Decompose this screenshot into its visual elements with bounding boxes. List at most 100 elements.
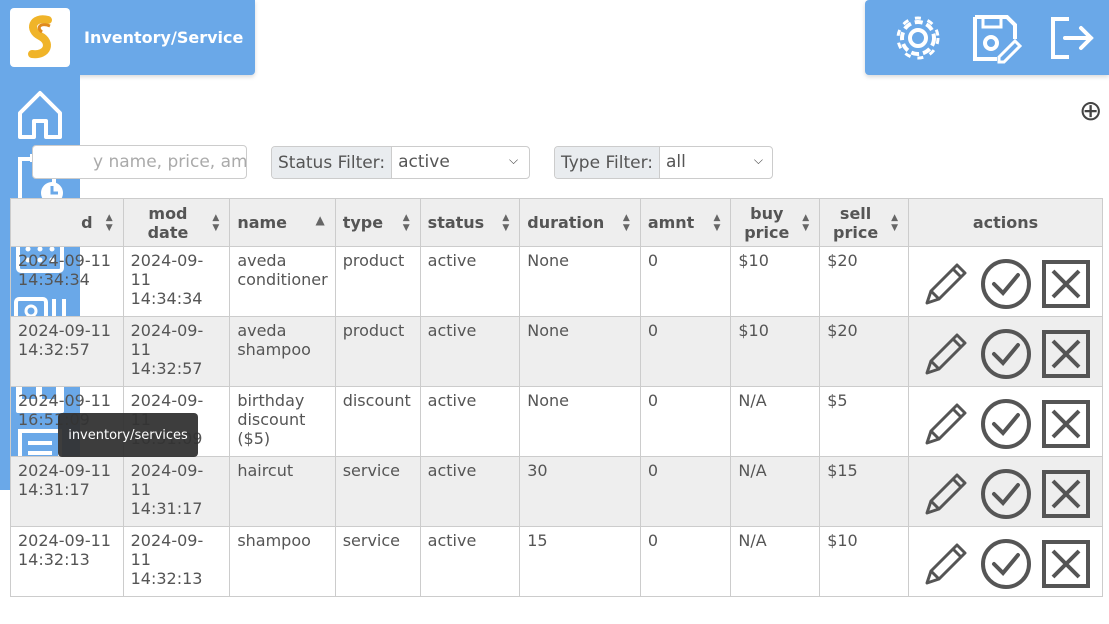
save-edit-icon[interactable]: [969, 11, 1023, 65]
col-header-type[interactable]: type ▲ ▼: [334, 198, 421, 247]
cell-actions: [908, 456, 1103, 527]
logout-icon[interactable]: [1045, 11, 1099, 65]
col-header-amnt[interactable]: amnt ▲ ▼: [639, 198, 732, 247]
col-header-name[interactable]: name ▲: [229, 198, 336, 247]
edit-icon[interactable]: [919, 327, 973, 381]
cell-actions: [908, 246, 1103, 317]
col-header-actions: actions: [908, 198, 1103, 247]
cell-status: active: [419, 456, 521, 527]
sort-icon: ▲ ▼: [713, 213, 721, 233]
cell-name: birthday discount ($5): [229, 386, 336, 457]
add-icon[interactable]: ⊕: [1079, 96, 1102, 126]
table-row: 2024-09-11 14:31:17 2024-09-11 14:31:17 ha…: [10, 456, 1103, 527]
check-icon[interactable]: [979, 537, 1033, 591]
gear-icon[interactable]: [891, 11, 945, 65]
inventory-table: d ▲ ▼ mod date ▲ ▼ name ▲ type ▲ ▼ status ▲ ▼ dur…: [10, 198, 1103, 597]
cell-duration: 15: [519, 526, 641, 597]
table-row: 2024-09-11 14:32:13 2024-09-11 14:32:13 sh…: [10, 526, 1103, 597]
delete-icon[interactable]: [1039, 397, 1093, 451]
sort-icon: ▲ ▼: [802, 213, 810, 233]
top-toolbar: [865, 0, 1109, 75]
col-header-sell-price[interactable]: sell price ▲ ▼: [819, 198, 909, 247]
cell-created-date: 2024-09-11 14:34:34: [10, 246, 124, 317]
cell-duration: None: [519, 246, 641, 317]
cell-actions: [908, 526, 1103, 597]
status-filter-select[interactable]: active ⌵: [392, 147, 525, 178]
col-header-status[interactable]: status ▲ ▼: [419, 198, 521, 247]
col-header-duration[interactable]: duration ▲ ▼: [519, 198, 641, 247]
delete-icon[interactable]: [1039, 257, 1093, 311]
cell-sell-price: $20: [819, 316, 909, 387]
check-icon[interactable]: [979, 397, 1033, 451]
table-row: 2024-09-11 14:32:57 2024-09-11 14:32:57 av…: [10, 316, 1103, 387]
chevron-down-icon: ⌵: [753, 153, 763, 167]
type-filter: Type Filter: all ⌵: [554, 146, 773, 179]
home-icon[interactable]: [14, 87, 66, 143]
sort-icon: ▲ ▼: [402, 213, 410, 233]
cell-created-date: 2024-09-11 14:31:17: [10, 456, 124, 527]
check-icon[interactable]: [979, 467, 1033, 521]
sidebar-tooltip: inventory/services: [58, 413, 198, 457]
cell-mod-date: 2024-09-11 14:32:13: [122, 526, 231, 597]
delete-icon[interactable]: [1039, 327, 1093, 381]
cell-sell-price: $5: [819, 386, 909, 457]
search-input[interactable]: y name, price, amnt: [32, 145, 247, 179]
cell-mod-date: 2024-09-11 14:32:57: [122, 316, 231, 387]
type-filter-label: Type Filter:: [555, 147, 660, 178]
type-filter-select[interactable]: all ⌵: [659, 147, 769, 178]
cell-buy-price: N/A: [730, 386, 821, 457]
app-title: Inventory/Service: [84, 28, 244, 47]
cell-buy-price: N/A: [730, 526, 821, 597]
logo-icon[interactable]: [10, 8, 70, 67]
col-header-buy-price[interactable]: buy price ▲ ▼: [730, 198, 821, 247]
delete-icon[interactable]: [1039, 467, 1093, 521]
sort-asc-icon: ▲: [315, 213, 325, 227]
table-row: 2024-09-11 14:34:34 2024-09-11 14:34:34 av…: [10, 246, 1103, 317]
cell-amnt: 0: [639, 386, 732, 457]
cell-name: shampoo: [229, 526, 336, 597]
cell-amnt: 0: [639, 456, 732, 527]
edit-icon[interactable]: [919, 537, 973, 591]
cell-created-date: 2024-09-11 14:32:13: [10, 526, 124, 597]
edit-icon[interactable]: [919, 257, 973, 311]
edit-icon[interactable]: [919, 397, 973, 451]
col-header-mod-date[interactable]: mod date ▲ ▼: [122, 198, 231, 247]
cell-sell-price: $15: [819, 456, 909, 527]
cell-type: discount: [334, 386, 421, 457]
edit-icon[interactable]: [919, 467, 973, 521]
sort-icon: ▲ ▼: [891, 213, 898, 233]
cell-status: active: [419, 316, 521, 387]
cell-duration: None: [519, 386, 641, 457]
cell-actions: [908, 386, 1103, 457]
sort-icon: ▲ ▼: [622, 213, 630, 233]
cell-buy-price: $10: [730, 246, 821, 317]
status-filter: Status Filter: active ⌵: [271, 146, 530, 179]
status-filter-label: Status Filter:: [272, 147, 393, 178]
cell-name: aveda shampoo: [229, 316, 336, 387]
cell-actions: [908, 316, 1103, 387]
check-icon[interactable]: [979, 327, 1033, 381]
table-header-row: d ▲ ▼ mod date ▲ ▼ name ▲ type ▲ ▼ status ▲ ▼ dur…: [10, 198, 1103, 247]
status-filter-value: active: [398, 152, 450, 172]
cell-sell-price: $20: [819, 246, 909, 317]
cell-type: product: [334, 246, 421, 317]
cell-mod-date: 2024-09-11 14:34:34: [122, 246, 231, 317]
sort-icon: ▲ ▼: [105, 213, 113, 233]
cell-status: active: [419, 386, 521, 457]
col-header-created[interactable]: d ▲ ▼: [10, 198, 124, 247]
delete-icon[interactable]: [1039, 537, 1093, 591]
cell-amnt: 0: [639, 526, 732, 597]
cell-buy-price: $10: [730, 316, 821, 387]
cell-amnt: 0: [639, 246, 732, 317]
cell-sell-price: $10: [819, 526, 909, 597]
sort-icon: ▲ ▼: [502, 213, 510, 233]
cell-duration: None: [519, 316, 641, 387]
top-title-bar: Inventory/Service: [0, 0, 255, 75]
cell-type: product: [334, 316, 421, 387]
cell-name: aveda conditioner: [229, 246, 336, 317]
check-icon[interactable]: [979, 257, 1033, 311]
sort-icon: ▲ ▼: [212, 213, 220, 233]
chevron-down-icon: ⌵: [509, 153, 519, 167]
cell-amnt: 0: [639, 316, 732, 387]
cell-buy-price: N/A: [730, 456, 821, 527]
